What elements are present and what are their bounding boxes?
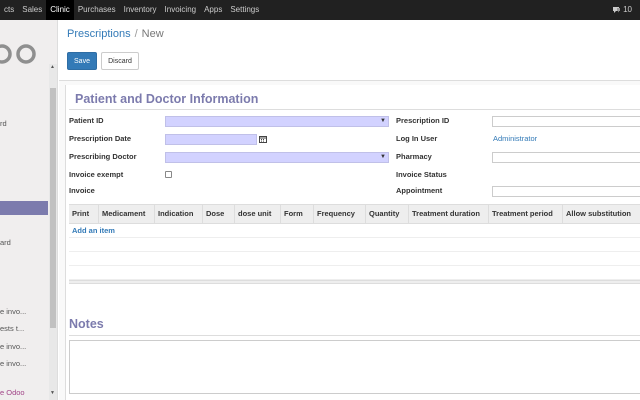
powered-by-odoo[interactable]: e Odoo: [0, 388, 25, 397]
odoo-logo: [0, 44, 36, 64]
prescribing-doctor-label: Prescribing Doctor: [69, 152, 137, 161]
form-sheet-background: Patient and Doctor Information Patient I…: [59, 81, 640, 400]
column-frequency[interactable]: Frequency: [314, 205, 366, 223]
chat-icon: [613, 7, 621, 13]
patient-id-field[interactable]: ▼: [165, 116, 389, 127]
caret-down-icon: ▼: [380, 154, 386, 160]
sidebar: rd ard e invo... ests t... e invo... e i…: [0, 20, 58, 400]
caret-down-icon: ▼: [380, 118, 386, 124]
invoice-status-label: Invoice Status: [396, 170, 447, 179]
column-treatment-period[interactable]: Treatment period: [489, 205, 563, 223]
scroll-down-icon[interactable]: ▼: [50, 390, 55, 396]
column-allow-substitution[interactable]: Allow substitution: [563, 205, 640, 223]
sidebar-item-dashboard[interactable]: rd: [0, 117, 48, 131]
table-row: [69, 238, 640, 252]
scroll-up-icon[interactable]: ▲: [50, 64, 55, 70]
main-content: Prescriptions / New Save Discard Patient a…: [59, 20, 640, 400]
chat-count: 10: [623, 5, 632, 14]
pharmacy-label: Pharmacy: [396, 152, 432, 161]
breadcrumb-current: New: [141, 28, 164, 40]
menu-item-settings[interactable]: Settings: [226, 0, 263, 20]
invoice-label: Invoice: [69, 186, 95, 195]
save-button[interactable]: Save: [67, 52, 97, 70]
menu-item-sales[interactable]: Sales: [18, 0, 46, 20]
sidebar-item-invoice-1[interactable]: e invo...: [0, 305, 48, 319]
pharmacy-field[interactable]: [492, 152, 640, 163]
prescription-date-field[interactable]: [165, 134, 257, 145]
table-footer: [69, 280, 640, 284]
sidebar-item-active[interactable]: [0, 201, 48, 215]
column-medicament[interactable]: Medicament: [99, 205, 155, 223]
appointment-label: Appointment: [396, 186, 443, 195]
table-row: Add an item: [69, 224, 640, 238]
breadcrumb-prescriptions[interactable]: Prescriptions: [67, 28, 131, 40]
sidebar-item-invoice-2[interactable]: e invo...: [0, 340, 48, 354]
column-form[interactable]: Form: [281, 205, 314, 223]
column-indication[interactable]: Indication: [155, 205, 203, 223]
prescription-id-field[interactable]: [492, 116, 640, 127]
sidebar-item-requests[interactable]: ests t...: [0, 322, 48, 336]
column-treatment-duration[interactable]: Treatment duration: [409, 205, 489, 223]
appointment-field[interactable]: [492, 186, 640, 197]
sidebar-item-dashboard-2[interactable]: ard: [0, 236, 48, 250]
column-dose[interactable]: Dose: [203, 205, 235, 223]
sidebar-scrollbar[interactable]: ▲ ▼: [49, 64, 57, 400]
table-row: [69, 266, 640, 280]
menu-item-invoicing[interactable]: Invoicing: [161, 0, 201, 20]
menu-item-clinic[interactable]: Clinic: [46, 0, 74, 20]
column-print[interactable]: Print: [69, 205, 99, 223]
log-in-user-value[interactable]: Administrator: [493, 134, 537, 143]
add-item-link[interactable]: Add an item: [69, 224, 640, 238]
column-quantity[interactable]: Quantity: [366, 205, 409, 223]
invoice-exempt-label: Invoice exempt: [69, 170, 124, 179]
top-navbar: cts Sales Clinic Purchases Inventory Inv…: [0, 0, 640, 20]
prescription-lines-table: Print Medicament Indication Dose dose un…: [69, 204, 640, 284]
notes-title-underline: [69, 335, 640, 336]
table-row: [69, 252, 640, 266]
log-in-user-label: Log In User: [396, 134, 438, 143]
menu-item-inventory[interactable]: Inventory: [120, 0, 161, 20]
patient-id-label: Patient ID: [69, 116, 104, 125]
notes-title: Notes: [69, 317, 104, 331]
chat-button[interactable]: 10: [612, 0, 632, 20]
prescribing-doctor-field[interactable]: ▼: [165, 152, 389, 163]
notes-textarea[interactable]: [69, 340, 640, 394]
sidebar-scroll-thumb[interactable]: [50, 88, 56, 328]
breadcrumb: Prescriptions / New: [67, 28, 164, 40]
column-dose-unit[interactable]: dose unit: [235, 205, 281, 223]
calendar-icon[interactable]: [259, 135, 267, 143]
menu-item-purchases[interactable]: Purchases: [74, 0, 120, 20]
discard-button[interactable]: Discard: [101, 52, 139, 70]
prescription-id-label: Prescription ID: [396, 116, 450, 125]
sidebar-item-invoice-3[interactable]: e invo...: [0, 357, 48, 371]
invoice-exempt-checkbox[interactable]: [165, 171, 172, 178]
table-header: Print Medicament Indication Dose dose un…: [69, 204, 640, 224]
section-title-underline: [69, 109, 640, 110]
prescription-date-label: Prescription Date: [69, 134, 132, 143]
form-sheet: Patient and Doctor Information Patient I…: [65, 85, 640, 400]
menu-item-contacts[interactable]: cts: [0, 0, 18, 20]
section-title: Patient and Doctor Information: [75, 92, 259, 106]
main-menu: cts Sales Clinic Purchases Inventory Inv…: [0, 0, 263, 20]
breadcrumb-separator: /: [134, 28, 138, 40]
menu-item-apps[interactable]: Apps: [200, 0, 226, 20]
